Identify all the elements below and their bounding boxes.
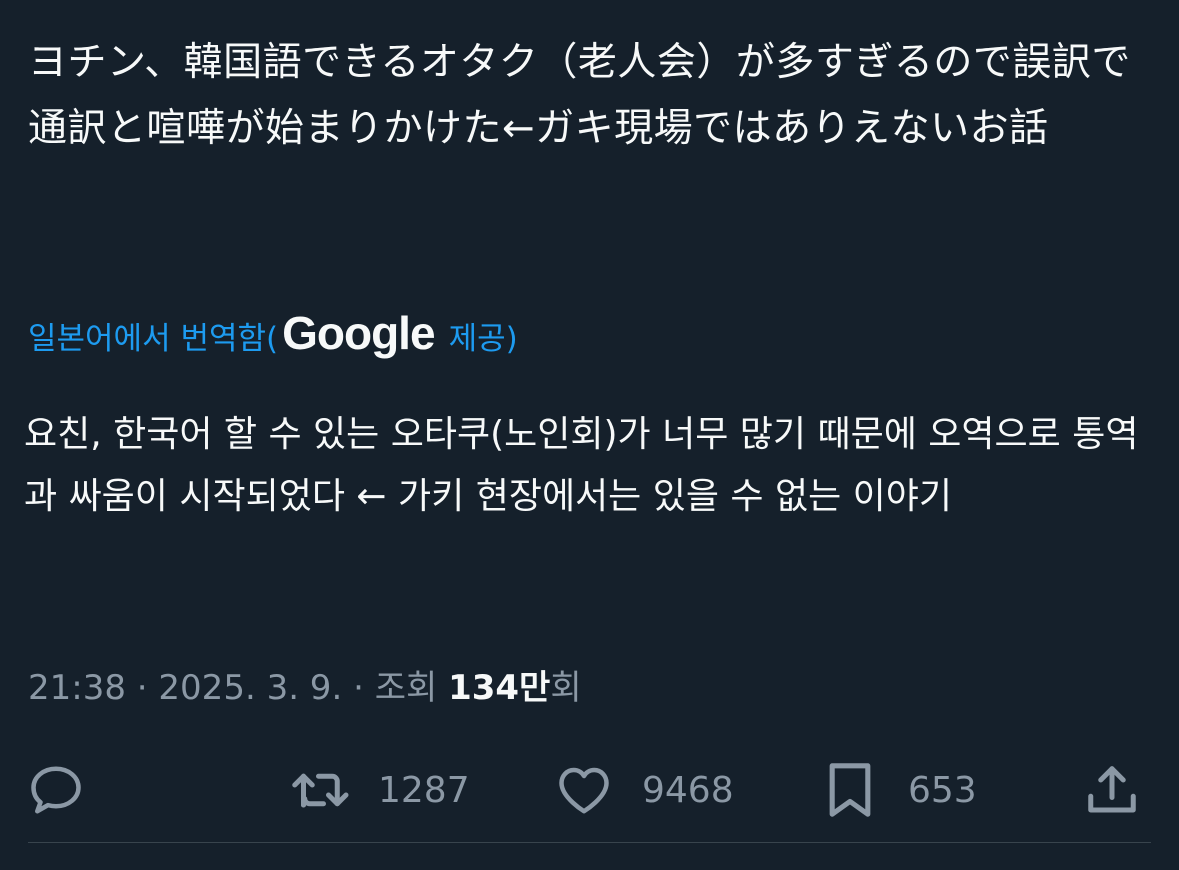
divider: [28, 842, 1151, 843]
translation-suffix: 제공): [448, 320, 518, 357]
heart-icon: [554, 760, 614, 820]
like-count: 9468: [642, 769, 734, 811]
share-button[interactable]: [1082, 758, 1142, 822]
tweet-meta: 21:38 · 2025. 3. 9. · 조회 134만회: [28, 660, 582, 709]
translated-tweet-text: 요친, 한국어 할 수 있는 오타쿠(노인회)가 너무 많기 때문에 오역으로 …: [24, 414, 1139, 517]
views-count[interactable]: 134만: [448, 668, 550, 708]
translation-attribution[interactable]: 일본어에서 번역함( Google 제공): [28, 307, 518, 360]
tweet-date[interactable]: 2025. 3. 9.: [158, 668, 342, 708]
share-icon: [1082, 760, 1142, 820]
google-logo: Google: [282, 307, 435, 359]
retweet-count: 1287: [378, 769, 470, 811]
tweet-detail: ヨチン、韓国語できるオタク（老人会）が多すぎるので誤訳で通訳と喧嘩が始まりかけた…: [0, 0, 1179, 870]
meta-separator: ·: [125, 668, 159, 708]
reply-button[interactable]: [26, 758, 86, 822]
retweet-button[interactable]: 1287: [288, 758, 470, 822]
like-button[interactable]: 9468: [554, 758, 734, 822]
bookmark-count: 653: [908, 769, 977, 811]
views-suffix: 회: [550, 668, 582, 708]
meta-separator: ·: [342, 668, 375, 708]
bookmark-button[interactable]: 653: [822, 758, 977, 822]
bookmark-icon: [822, 759, 878, 821]
retweet-icon: [288, 760, 354, 820]
reply-icon: [26, 760, 86, 820]
views-label: 조회: [374, 668, 449, 708]
tweet-time[interactable]: 21:38: [28, 668, 126, 708]
tweet-text: ヨチン、韓国語できるオタク（老人会）が多すぎるので誤訳で通訳と喧嘩が始まりかけた…: [28, 40, 1131, 151]
translation-prefix: 일본어에서 번역함(: [28, 320, 279, 357]
tweet-actions-bar: 1287 9468 653: [0, 758, 1179, 822]
